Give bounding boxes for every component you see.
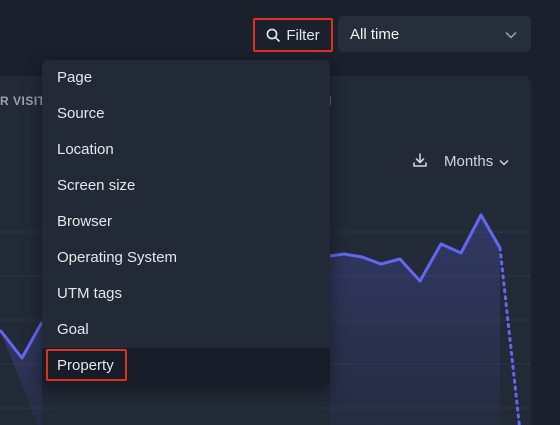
chart-area-right bbox=[330, 215, 500, 425]
period-select[interactable]: All time bbox=[338, 16, 531, 52]
filter-menu-item-operating-system[interactable]: Operating System bbox=[42, 240, 330, 276]
period-select-value: All time bbox=[350, 25, 400, 43]
filter-menu-item-location[interactable]: Location bbox=[42, 132, 330, 168]
chevron-down-icon bbox=[499, 153, 509, 170]
filter-menu-item-label: Browser bbox=[57, 213, 113, 230]
filter-menu-item-screen-size[interactable]: Screen size bbox=[42, 168, 330, 204]
interval-select-value: Months bbox=[444, 153, 494, 170]
filter-menu-item-utm-tags[interactable]: UTM tags bbox=[42, 276, 330, 312]
interval-select[interactable]: Months bbox=[444, 153, 509, 170]
download-icon[interactable] bbox=[412, 152, 428, 173]
chart-line-projection bbox=[498, 246, 521, 425]
filter-menu-item-source[interactable]: Source bbox=[42, 96, 330, 132]
filter-menu-item-label: Location bbox=[57, 141, 114, 158]
filter-menu-item-label: UTM tags bbox=[57, 285, 123, 302]
filter-menu-item-label: Goal bbox=[57, 321, 89, 338]
filter-menu-item-page[interactable]: Page bbox=[42, 60, 330, 96]
highlight-box bbox=[46, 349, 127, 381]
filter-menu-item-browser[interactable]: Browser bbox=[42, 204, 330, 240]
filter-menu: Page Source Location Screen size Browser… bbox=[42, 60, 330, 384]
chevron-down-icon bbox=[505, 26, 517, 43]
filter-button[interactable]: Filter bbox=[253, 18, 333, 52]
filter-menu-item-label: Source bbox=[57, 105, 105, 122]
filter-menu-item-goal[interactable]: Goal bbox=[42, 312, 330, 348]
dashboard-screen: Filter All time R VISIT I bbox=[0, 0, 560, 425]
search-icon bbox=[266, 28, 281, 42]
filter-menu-item-property[interactable]: Property bbox=[42, 348, 330, 384]
filter-menu-item-label: Screen size bbox=[57, 177, 136, 194]
filter-menu-item-label: Operating System bbox=[57, 249, 178, 266]
filter-button-label: Filter bbox=[286, 26, 320, 44]
filter-menu-item-label: Page bbox=[57, 69, 93, 86]
